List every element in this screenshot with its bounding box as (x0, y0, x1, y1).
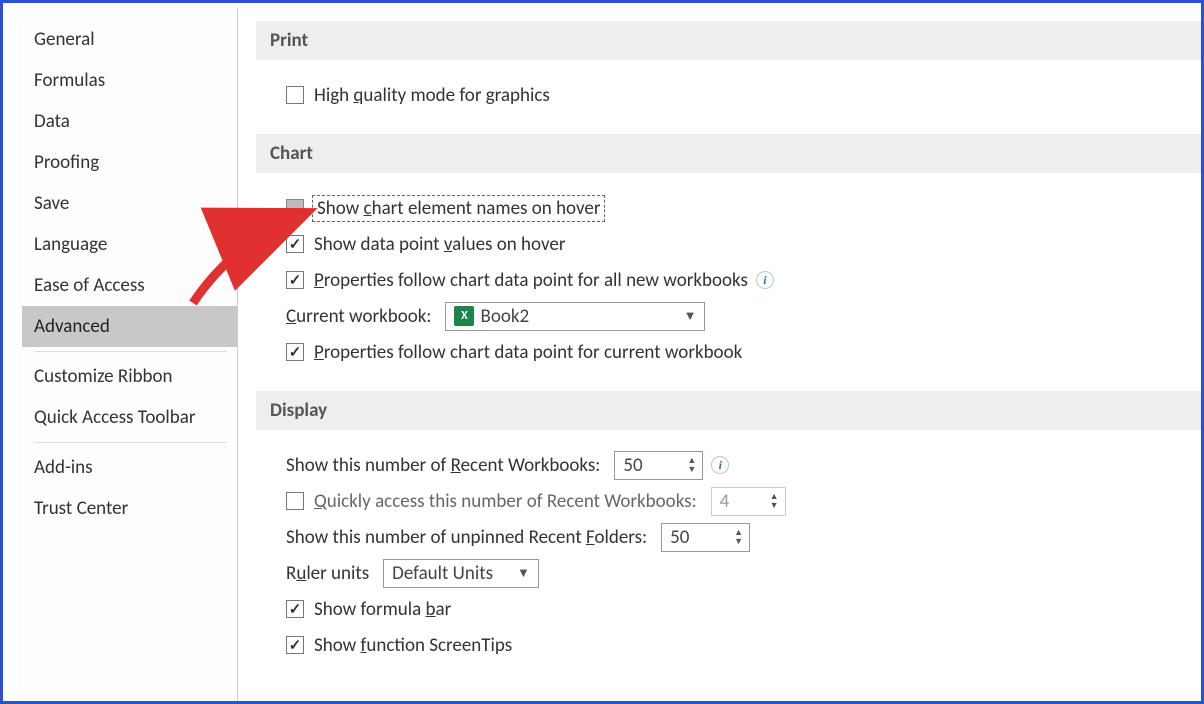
spinner-recent-workbooks[interactable]: 50 ▲▼ (614, 451, 703, 480)
spinner-recent-folders[interactable]: 50 ▲▼ (661, 523, 750, 552)
sidebar-item-language[interactable]: Language (22, 224, 237, 265)
info-icon[interactable]: i (756, 271, 774, 289)
sidebar-item-trust-center[interactable]: Trust Center (22, 488, 237, 529)
checkbox-high-quality-graphics[interactable] (286, 86, 304, 104)
sidebar-item-add-ins[interactable]: Add-ins (22, 447, 237, 488)
dropdown-ruler-units-value: Default Units (392, 562, 493, 585)
label-show-function-screentips: Show function ScreenTips (314, 634, 512, 657)
dropdown-ruler-units[interactable]: Default Units ▼ (383, 559, 539, 588)
label-recent-workbooks: Show this number of Recent Workbooks: (286, 454, 600, 477)
dropdown-current-workbook[interactable]: X Book2 ▼ (445, 302, 705, 331)
section-header-display: Display (256, 391, 1201, 430)
sidebar-item-general[interactable]: General (22, 19, 237, 60)
section-header-print: Print (256, 21, 1201, 60)
checkbox-show-formula-bar[interactable]: ✓ (286, 600, 304, 618)
label-current-workbook: Current workbook: (286, 305, 431, 328)
label-high-quality-graphics: High quality mode for graphics (314, 84, 550, 107)
spin-down-icon: ▼ (766, 501, 783, 510)
checkbox-properties-follow-current[interactable]: ✓ (286, 343, 304, 361)
sidebar-item-customize-ribbon[interactable]: Customize Ribbon (22, 356, 237, 397)
options-dialog: General Formulas Data Proofing Save Lang… (0, 0, 1204, 704)
label-quick-access-recent: Quickly access this number of Recent Wor… (314, 490, 697, 513)
label-show-formula-bar: Show formula bar (314, 598, 451, 621)
chevron-down-icon: ▼ (517, 565, 530, 581)
sidebar-divider (34, 442, 227, 443)
excel-icon: X (454, 306, 474, 326)
info-icon[interactable]: i (711, 456, 729, 474)
sidebar-item-data[interactable]: Data (22, 101, 237, 142)
sidebar-item-quick-access-toolbar[interactable]: Quick Access Toolbar (22, 397, 237, 438)
label-show-chart-element-names: Show chart element names on hover (314, 197, 603, 220)
spinner-recent-workbooks-value: 50 (623, 454, 677, 477)
checkbox-show-function-screentips[interactable]: ✓ (286, 636, 304, 654)
checkbox-show-data-point-values[interactable]: ✓ (286, 235, 304, 253)
spin-down-icon[interactable]: ▼ (730, 537, 747, 546)
label-ruler-units: Ruler units (286, 562, 369, 585)
section-body-display: Show this number of Recent Workbooks: 50… (256, 442, 1201, 684)
label-properties-follow-current: Properties follow chart data point for c… (314, 341, 742, 364)
spin-down-icon[interactable]: ▼ (683, 465, 700, 474)
sidebar-item-ease-of-access[interactable]: Ease of Access (22, 265, 237, 306)
section-header-chart: Chart (256, 134, 1201, 173)
label-properties-follow-all: Properties follow chart data point for a… (314, 269, 748, 292)
checkbox-show-chart-element-names[interactable] (286, 199, 304, 217)
label-recent-folders: Show this number of unpinned Recent Fold… (286, 526, 647, 549)
label-show-data-point-values: Show data point values on hover (314, 233, 565, 256)
checkbox-properties-follow-all[interactable]: ✓ (286, 271, 304, 289)
chevron-down-icon: ▼ (684, 308, 697, 324)
dropdown-current-workbook-value: Book2 (480, 305, 529, 328)
sidebar-item-proofing[interactable]: Proofing (22, 142, 237, 183)
section-body-chart: Show chart element names on hover ✓ Show… (256, 185, 1201, 391)
sidebar-item-save[interactable]: Save (22, 183, 237, 224)
section-body-print: High quality mode for graphics (256, 72, 1201, 134)
spinner-quick-access-recent: 4 ▲▼ (711, 487, 786, 516)
settings-panel: Print High quality mode for graphics Cha… (256, 21, 1201, 701)
checkbox-quick-access-recent[interactable] (286, 492, 304, 510)
spinner-quick-access-value: 4 (720, 490, 760, 513)
sidebar-item-advanced[interactable]: Advanced (22, 306, 237, 347)
options-sidebar: General Formulas Data Proofing Save Lang… (18, 9, 238, 701)
spinner-recent-folders-value: 50 (670, 526, 724, 549)
sidebar-item-formulas[interactable]: Formulas (22, 60, 237, 101)
sidebar-divider (34, 351, 227, 352)
